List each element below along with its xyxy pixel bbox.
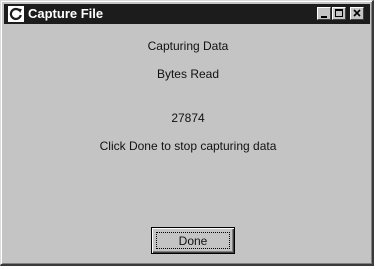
capture-file-window: Capture File Capturing Data Bytes Read 2… bbox=[0, 0, 374, 266]
capture-app-icon bbox=[8, 6, 24, 22]
title-bar[interactable]: Capture File bbox=[4, 4, 370, 24]
done-button-label: Done bbox=[178, 234, 208, 248]
window-title: Capture File bbox=[28, 6, 104, 21]
maximize-icon bbox=[335, 9, 343, 17]
minimize-icon bbox=[321, 16, 327, 18]
done-button[interactable]: Done bbox=[151, 227, 235, 254]
maximize-button[interactable] bbox=[332, 7, 346, 20]
close-icon bbox=[353, 9, 361, 17]
bytes-read-value: 27874 bbox=[171, 111, 205, 125]
minimize-button[interactable] bbox=[317, 7, 331, 20]
instruction-text: Click Done to stop capturing data bbox=[99, 139, 277, 153]
close-button[interactable] bbox=[350, 7, 364, 20]
status-text: Capturing Data bbox=[147, 39, 229, 53]
bytes-read-label: Bytes Read bbox=[156, 67, 220, 81]
